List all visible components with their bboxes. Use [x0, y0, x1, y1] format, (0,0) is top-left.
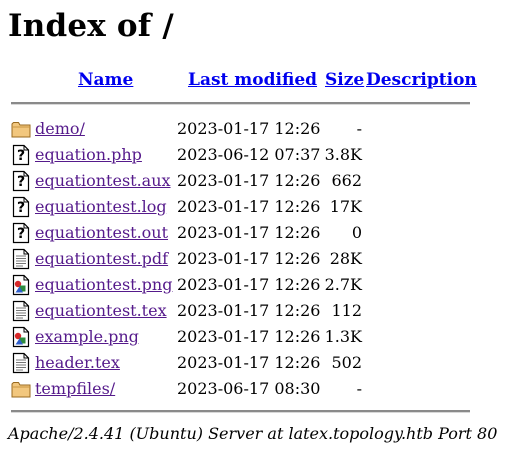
file-size: 17K — [329, 197, 362, 216]
file-size: 502 — [331, 353, 362, 372]
file-row: ? equationtest.aux 2023-01-17 12:26 662 — [0, 167, 528, 193]
file-row: ? equationtest.out 2023-01-17 12:26 0 — [0, 219, 528, 245]
file-size: 2.7K — [324, 275, 362, 294]
text-file-icon[interactable] — [11, 248, 31, 270]
file-row: equationtest.pdf 2023-01-17 12:26 28K — [0, 245, 528, 271]
page-title: Index of / — [8, 8, 174, 44]
text-file-icon[interactable] — [11, 300, 31, 322]
file-row: header.tex 2023-01-17 12:26 502 — [0, 349, 528, 375]
file-size: 3.8K — [324, 145, 362, 164]
file-size: 112 — [331, 301, 362, 320]
file-last-modified: 2023-01-17 12:26 — [177, 223, 321, 242]
file-last-modified: 2023-01-17 12:26 — [177, 249, 321, 268]
svg-text:?: ? — [17, 174, 25, 190]
footer-divider — [11, 410, 470, 413]
unknown-file-icon[interactable]: ? — [11, 170, 31, 192]
image-file-icon[interactable] — [11, 326, 31, 348]
unknown-file-icon[interactable]: ? — [11, 144, 31, 166]
file-row: example.png 2023-01-17 12:26 1.3K — [0, 323, 528, 349]
unknown-file-icon[interactable]: ? — [11, 222, 31, 244]
file-name-link[interactable]: demo/ — [35, 118, 85, 140]
file-name-link[interactable]: equationtest.png — [35, 274, 172, 296]
file-last-modified: 2023-01-17 12:26 — [177, 301, 321, 320]
file-row: demo/2023-01-17 12:26 - — [0, 115, 528, 141]
sort-by-size-link[interactable]: Size — [325, 69, 364, 91]
file-name-link[interactable]: equationtest.tex — [35, 300, 167, 322]
folder-icon[interactable] — [11, 378, 31, 400]
file-row: tempfiles/2023-06-17 08:30 - — [0, 375, 528, 401]
folder-icon[interactable] — [11, 118, 31, 140]
file-last-modified: 2023-01-17 12:26 — [177, 197, 321, 216]
file-name-link[interactable]: equationtest.aux — [35, 170, 171, 192]
svg-text:?: ? — [17, 148, 25, 164]
file-name-link[interactable]: equationtest.out — [35, 222, 168, 244]
file-last-modified: 2023-01-17 12:26 — [177, 275, 321, 294]
server-signature: Apache/2.4.41 (Ubuntu) Server at latex.t… — [8, 424, 498, 443]
file-name-link[interactable]: header.tex — [35, 352, 120, 374]
image-file-icon[interactable] — [11, 274, 31, 296]
file-size: - — [356, 119, 362, 138]
file-row: ? equationtest.log 2023-01-17 12:26 17K — [0, 193, 528, 219]
file-row: equationtest.png 2023-01-17 12:26 2.7K — [0, 271, 528, 297]
svg-text:?: ? — [17, 226, 25, 242]
file-size: 1.3K — [324, 327, 362, 346]
header-divider — [11, 102, 470, 105]
file-last-modified: 2023-01-17 12:26 — [177, 119, 321, 138]
svg-text:?: ? — [17, 200, 25, 216]
file-size: 0 — [351, 223, 362, 242]
file-last-modified: 2023-01-17 12:26 — [177, 353, 321, 372]
file-last-modified: 2023-01-17 12:26 — [177, 171, 321, 190]
file-last-modified: 2023-06-17 08:30 — [177, 379, 321, 398]
file-last-modified: 2023-06-12 07:37 — [177, 145, 321, 164]
file-size: - — [356, 379, 362, 398]
sort-by-description-link[interactable]: Description — [366, 69, 477, 91]
file-name-link[interactable]: equationtest.pdf — [35, 248, 168, 270]
file-row: equationtest.tex 2023-01-17 12:26 112 — [0, 297, 528, 323]
unknown-file-icon[interactable]: ? — [11, 196, 31, 218]
text-file-icon[interactable] — [11, 352, 31, 374]
file-name-link[interactable]: example.png — [35, 326, 139, 348]
file-last-modified: 2023-01-17 12:26 — [177, 327, 321, 346]
file-row: ? equation.php 2023-06-12 07:37 3.8K — [0, 141, 528, 167]
sort-by-last-modified-link[interactable]: Last modified — [188, 69, 317, 91]
sort-by-name-link[interactable]: Name — [78, 69, 133, 91]
file-size: 28K — [329, 249, 362, 268]
file-name-link[interactable]: tempfiles/ — [35, 378, 115, 400]
file-name-link[interactable]: equationtest.log — [35, 196, 167, 218]
file-name-link[interactable]: equation.php — [35, 144, 142, 166]
file-size: 662 — [331, 171, 362, 190]
